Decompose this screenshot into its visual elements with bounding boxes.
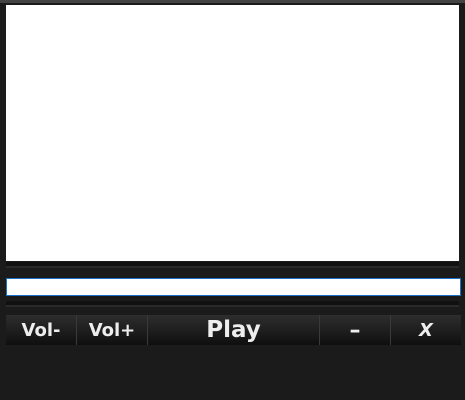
- divider: [6, 301, 459, 307]
- title-bar: [0, 0, 465, 3]
- play-button[interactable]: Play: [148, 315, 320, 345]
- video-display: [6, 5, 459, 261]
- close-button[interactable]: X: [391, 315, 461, 345]
- volume-down-button[interactable]: Vol-: [6, 315, 77, 345]
- divider: [6, 262, 459, 268]
- url-input[interactable]: [6, 278, 461, 296]
- minimize-button[interactable]: –: [320, 315, 391, 345]
- volume-up-button[interactable]: Vol+: [77, 315, 148, 345]
- control-bar: Vol- Vol+ Play – X: [6, 315, 461, 345]
